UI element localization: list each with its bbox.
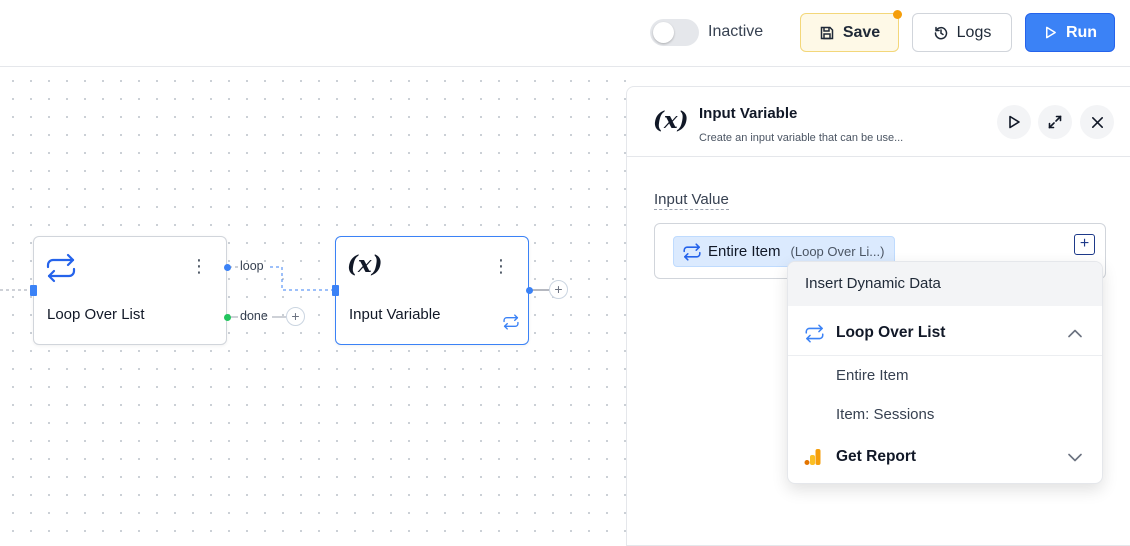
node-input-variable[interactable]: (x) ⋮ Input Variable	[335, 236, 529, 345]
node-menu-icon[interactable]: ⋮	[190, 257, 208, 275]
input-handle[interactable]	[30, 285, 37, 296]
edge-label-done: done	[240, 309, 268, 323]
loop-icon	[45, 253, 77, 288]
run-label: Run	[1065, 23, 1098, 41]
variable-icon: (x)	[347, 251, 383, 278]
input-handle[interactable]	[332, 285, 339, 296]
panel-header: (x) Input Variable Create an input varia…	[627, 87, 1130, 157]
logs-label: Logs	[956, 23, 992, 41]
chip-label: Entire Item	[708, 243, 781, 260]
group-loop-over-list[interactable]: Loop Over List	[788, 310, 1102, 356]
toggle-knob	[653, 22, 674, 43]
group-label: Loop Over List	[836, 324, 946, 341]
play-icon	[1045, 26, 1056, 39]
node-title: Loop Over List	[47, 306, 145, 323]
node-menu-icon[interactable]: ⋮	[492, 257, 510, 275]
chevron-up-icon	[1068, 329, 1082, 337]
loop-icon	[683, 242, 701, 261]
analytics-icon	[804, 449, 821, 465]
unsaved-indicator	[893, 10, 902, 19]
node-loop-over-list[interactable]: ⋮ Loop Over List	[33, 236, 227, 345]
close-icon	[1091, 116, 1103, 128]
run-button[interactable]: Run	[1025, 13, 1115, 52]
save-button[interactable]: Save	[800, 10, 902, 52]
done-output-handle[interactable]	[224, 314, 231, 321]
variable-icon: (x)	[653, 107, 689, 134]
panel-subtitle: Create an input variable that can be use…	[699, 132, 904, 144]
expand-icon	[1048, 115, 1062, 129]
save-label: Save	[842, 23, 881, 41]
top-toolbar: Inactive Save Logs Run	[0, 0, 1130, 67]
logs-button[interactable]: Logs	[912, 13, 1012, 52]
edge-label-loop: loop	[240, 259, 264, 273]
node-title: Input Variable	[349, 306, 441, 323]
add-step-button-done[interactable]: +	[286, 307, 305, 326]
chip-source: (Loop Over Li...)	[790, 244, 885, 259]
play-icon	[1009, 115, 1020, 129]
chevron-down-icon	[1068, 453, 1082, 461]
panel-title: Input Variable	[699, 105, 798, 122]
loop-output-handle[interactable]	[224, 264, 231, 271]
active-toggle[interactable]	[650, 19, 699, 46]
history-icon	[934, 26, 947, 39]
add-step-button[interactable]: +	[549, 280, 568, 299]
input-value-label: Input Value	[654, 191, 729, 210]
test-step-button[interactable]	[997, 105, 1031, 139]
option-entire-item[interactable]: Entire Item	[788, 356, 1102, 394]
group-get-report[interactable]: Get Report	[788, 434, 1102, 480]
option-item-sessions[interactable]: Item: Sessions	[788, 395, 1102, 433]
loop-icon	[805, 324, 824, 342]
workflow-canvas[interactable]: ⋮ Loop Over List loop done + (x) ⋮ Input…	[0, 68, 627, 535]
output-handle[interactable]	[526, 287, 533, 294]
expand-button[interactable]	[1038, 105, 1072, 139]
loop-badge-icon	[502, 314, 520, 335]
close-button[interactable]	[1080, 105, 1114, 139]
group-label: Get Report	[836, 448, 917, 465]
toggle-label: Inactive	[708, 23, 764, 40]
dropdown-header: Insert Dynamic Data	[788, 262, 1102, 306]
dynamic-data-dropdown: Insert Dynamic Data Loop Over List Entir…	[787, 261, 1103, 484]
insert-dynamic-data-button[interactable]: +	[1074, 234, 1095, 255]
save-icon	[820, 26, 834, 39]
